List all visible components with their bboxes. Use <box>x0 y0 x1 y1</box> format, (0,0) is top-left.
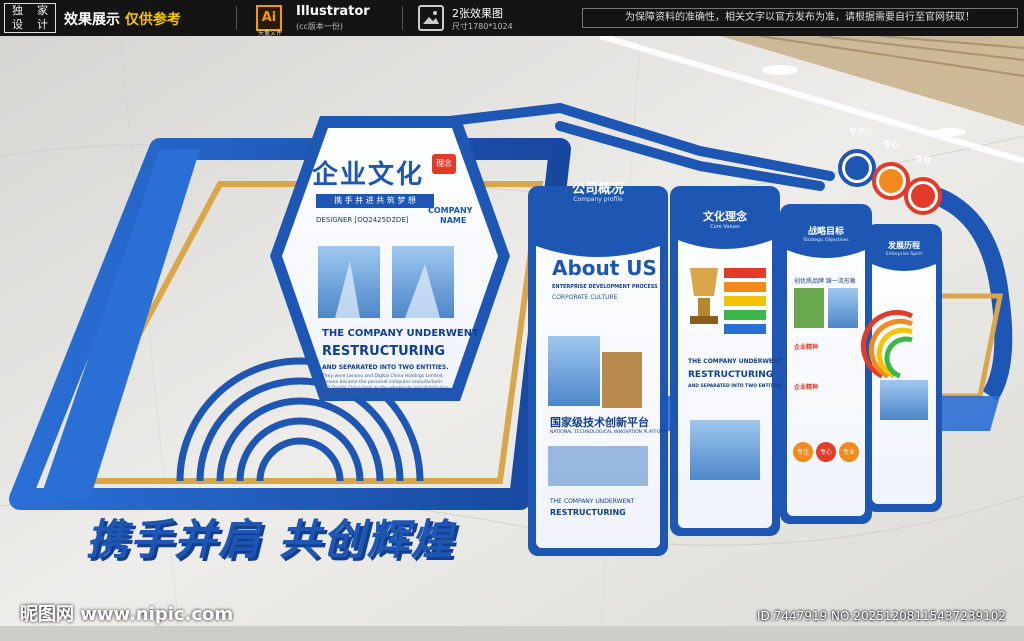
ceiling-light <box>762 65 798 75</box>
panel-1-strip <box>548 446 648 486</box>
panel-3-badge: 专心 <box>819 449 832 456</box>
panel-1-process: ENTERPRISE DEVELOPMENT PROCESS <box>552 284 658 290</box>
hex-designer: DESIGNER [OQ2425D2DE] <box>316 216 409 224</box>
panel-1-photo-a <box>548 336 600 406</box>
panel-4-subtitle: Enterprise Spirit <box>885 252 923 257</box>
panel-4-photo <box>880 380 928 420</box>
image-icon <box>418 5 444 31</box>
panel-1-photo-b <box>602 352 642 408</box>
floor-edge <box>0 626 1024 641</box>
hex-sub: AND SEPARATED INTO TWO ENTITIES. <box>322 364 449 371</box>
panel-2-h1: THE COMPANY UNDERWENT <box>688 358 783 365</box>
panel-1-about: About US <box>552 256 657 280</box>
panel-2-title: 文化理念 <box>703 210 747 223</box>
logo-char: 计 <box>37 18 48 31</box>
wall-slogan: 携手并肩 共创辉煌 <box>86 515 455 564</box>
panel-1-culture: CORPORATE CULTURE <box>552 294 618 301</box>
app-name: Illustrator <box>296 4 370 19</box>
panel-3-b1: 企业精神 <box>794 344 819 351</box>
hex-body: They were Lenovo and Digital China Holdi… <box>322 374 449 397</box>
hex-company: COMPANY <box>428 206 473 215</box>
top-circle-label: 专心 <box>883 140 899 149</box>
panel-3-photo-a <box>794 288 824 328</box>
panel-1-cn-title: 国家级技术创新平台 <box>550 416 649 429</box>
effect-label: 效果展示 仅供参考 <box>64 9 181 29</box>
panel-1-subtitle: Company profile <box>573 196 623 203</box>
panel-3-line: 创优质品牌 铸一流形象 <box>794 278 856 285</box>
divider <box>402 6 403 30</box>
notice-text: 为保障资料的准确性，相关文字以官方发布为准，请根据需要自行至官网获取！ <box>582 8 1018 28</box>
hex-headline-2: RESTRUCTURING <box>322 344 446 359</box>
panel-3-title: 战略目标 <box>807 227 844 237</box>
logo-char: 独 <box>12 4 23 17</box>
value-steps <box>724 268 766 334</box>
panel-2-subtitle: Core Values <box>710 224 740 230</box>
top-circle-label: 专注 <box>849 127 865 136</box>
hex-slogan: 携 手 并 进 共 筑 梦 想 <box>316 194 434 208</box>
divider <box>236 6 237 30</box>
logo-char: 设 <box>12 18 23 31</box>
panel-3-badge: 专注 <box>796 449 809 456</box>
panel-3-photo-b <box>828 288 858 328</box>
site-watermark: 昵图网 www.nipic.com <box>20 604 234 625</box>
panel-1-en-title: NATIONAL TECHNOLOGICAL INNOVATION PLATFO… <box>550 430 668 435</box>
ceiling-light <box>934 128 966 136</box>
hex-title: 企业文化 <box>312 160 425 190</box>
panel-2-h3: AND SEPARATED INTO TWO ENTITIES. <box>688 384 783 389</box>
logo-char: 家 <box>37 4 48 17</box>
top-circle-label: 专业 <box>915 155 931 164</box>
effect-highlight: 仅供参考 <box>124 12 181 28</box>
hex-name: NAME <box>440 216 467 225</box>
app-version: (cc版本一份) <box>296 22 344 31</box>
effect-text: 效果展示 <box>64 12 120 28</box>
image-id-watermark: ID:7447919 NO:20251208115437239102 <box>756 609 1006 623</box>
image-count: 2张效果图 <box>452 7 503 20</box>
panel-3-badge: 专业 <box>842 449 855 456</box>
panel-3-subtitle: Strategic Objectives <box>803 238 849 243</box>
hex-headline-1: THE COMPANY UNDERWENT <box>322 328 479 339</box>
panel-1-footer-2: RESTRUCTURING <box>550 508 626 517</box>
panel-1-title: 公司概况 <box>571 182 624 197</box>
hex-tag: 理念 <box>432 154 456 174</box>
panel-3-b2: 企业精神 <box>794 384 819 391</box>
panel-1-footer-1: THE COMPANY UNDERWENT <box>550 498 635 505</box>
panel-1-header <box>536 204 660 257</box>
panel-2-h2: RESTRUCTURING <box>688 370 774 380</box>
panel-4-title: 发展历程 <box>888 241 920 250</box>
culture-wall-scene: 企业文化 理念 携 手 并 进 共 筑 梦 想 COMPANY NAME DES… <box>0 36 1024 641</box>
image-size: 尺寸1780*1024 <box>452 22 513 31</box>
brand-logo: 独 家 设 计 <box>4 3 56 33</box>
top-banner: 独 家 设 计 效果展示 仅供参考 Ai 矢量文件 Illustrator (c… <box>0 0 1024 37</box>
panel-3-body <box>787 218 865 516</box>
panel-2-photo <box>690 420 760 480</box>
